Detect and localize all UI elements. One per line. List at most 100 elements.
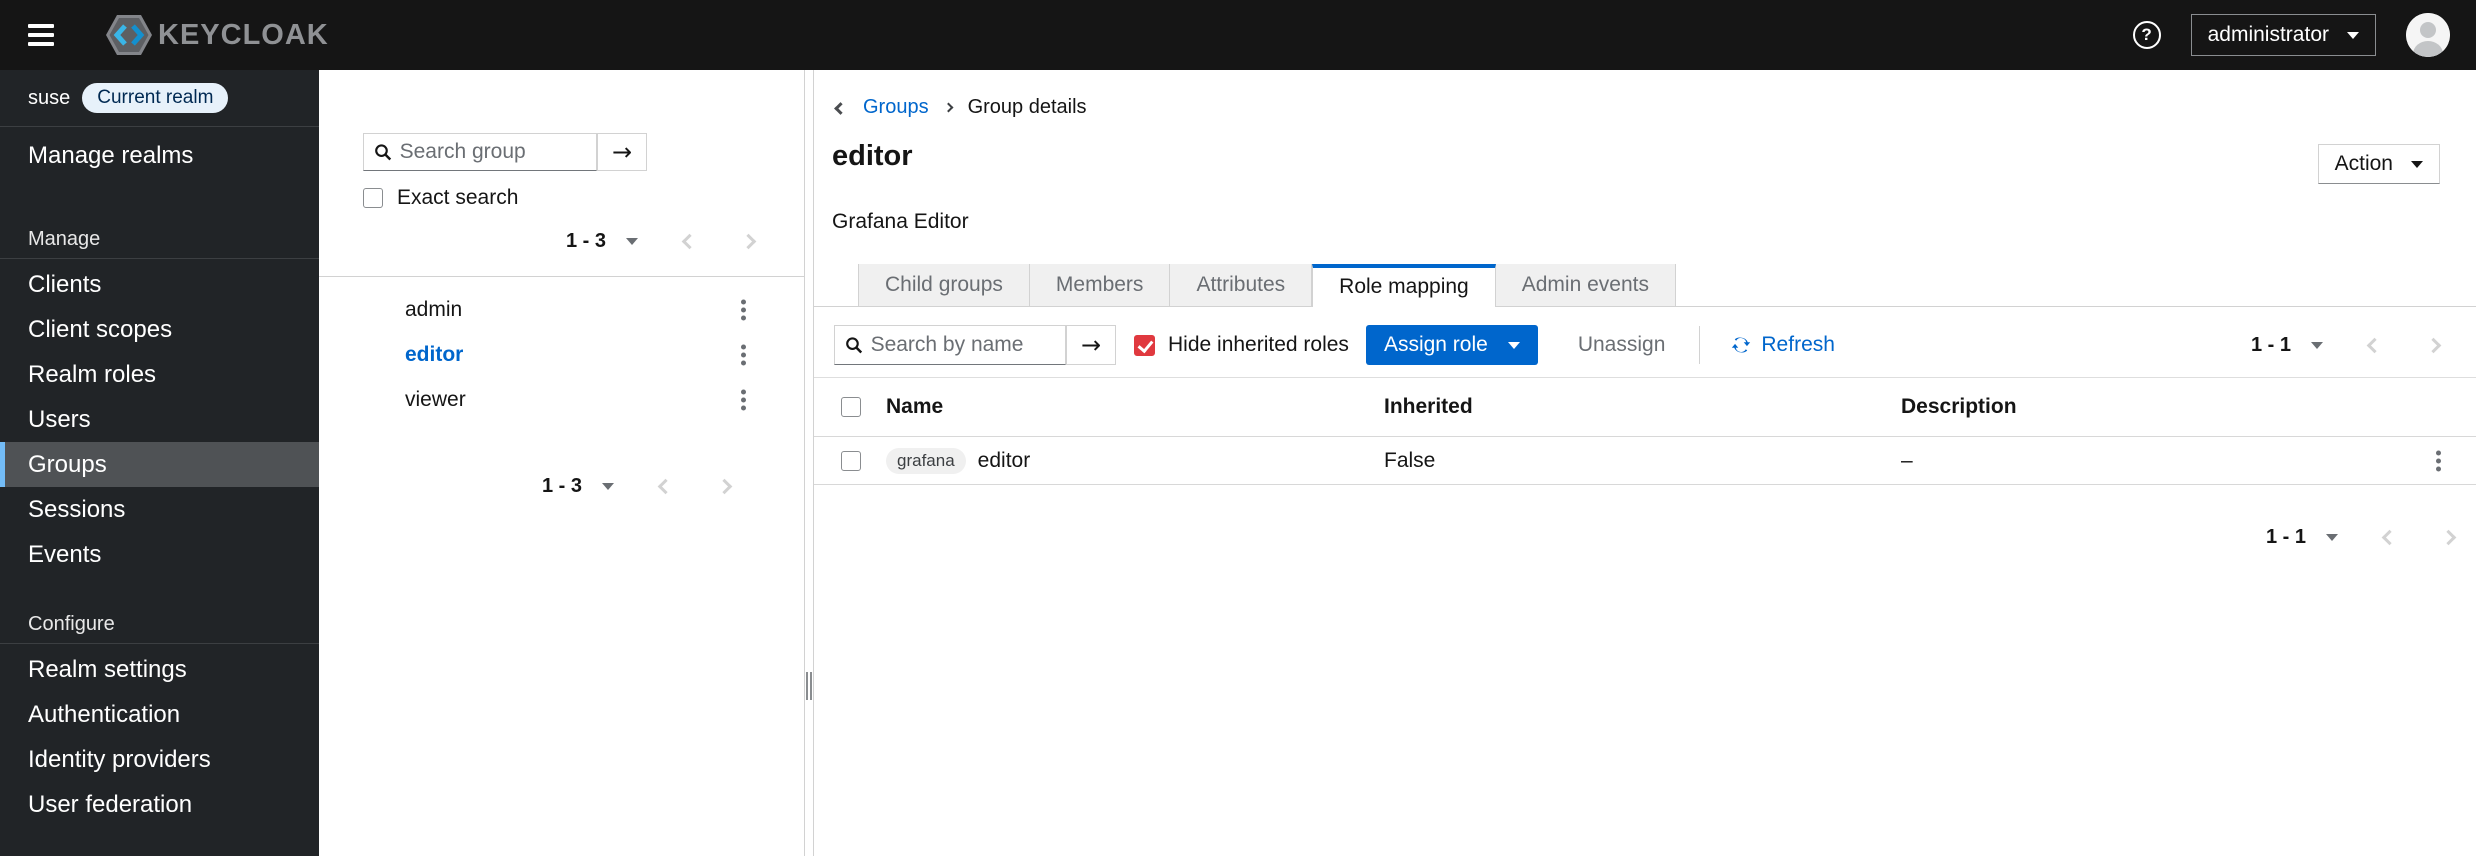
- column-header-name: Name: [886, 395, 944, 418]
- pagination-dropdown-icon[interactable]: [2326, 533, 2338, 541]
- column-header-inherited: Inherited: [1384, 395, 1473, 418]
- sidebar-item-authentication[interactable]: Authentication: [0, 692, 319, 737]
- breadcrumb-separator-icon: [943, 102, 954, 113]
- tab-role-mapping[interactable]: Role mapping: [1312, 264, 1496, 307]
- next-page-icon[interactable]: [2440, 529, 2457, 545]
- sidebar-item-client-scopes[interactable]: Client scopes: [0, 307, 319, 352]
- tab-attributes[interactable]: Attributes: [1170, 264, 1313, 306]
- group-list-item[interactable]: admin: [319, 287, 804, 332]
- sidebar-item-groups[interactable]: Groups: [0, 442, 319, 487]
- role-mapping-table: Name Inherited Description grafana edito…: [814, 377, 2476, 485]
- user-menu-label: administrator: [2207, 23, 2329, 46]
- chevron-down-icon: [2347, 31, 2359, 39]
- kebab-menu-icon[interactable]: [735, 338, 752, 371]
- kebab-menu-icon[interactable]: [735, 383, 752, 416]
- help-icon[interactable]: ?: [2132, 21, 2161, 49]
- sidebar-item-identity-providers[interactable]: Identity providers: [0, 737, 319, 782]
- select-all-checkbox[interactable]: [841, 397, 861, 417]
- next-page-icon[interactable]: [740, 233, 757, 249]
- avatar[interactable]: [2406, 13, 2450, 57]
- group-name-link[interactable]: admin: [405, 298, 462, 321]
- previous-page-icon[interactable]: [2381, 529, 2398, 545]
- realm-name: suse: [28, 86, 71, 109]
- hide-inherited-roles-label: Hide inherited roles: [1168, 333, 1349, 356]
- keycloak-admin-console: KEYCLOAK ? administrator suse Current re…: [0, 0, 2476, 856]
- assign-role-button[interactable]: Assign role: [1365, 325, 1538, 365]
- pagination-dropdown-icon[interactable]: [602, 482, 614, 490]
- sidebar-item-events[interactable]: Events: [0, 532, 319, 577]
- sidebar-item-realm-settings[interactable]: Realm settings: [0, 647, 319, 692]
- group-name-link[interactable]: viewer: [405, 388, 466, 411]
- group-search-control: →: [363, 133, 647, 171]
- kebab-menu-icon[interactable]: [2430, 444, 2447, 477]
- roles-pagination-bottom: 1 - 1: [2265, 517, 2457, 557]
- breadcrumb: Groups Group details: [834, 94, 1087, 121]
- pagination-range: 1 - 1: [2265, 525, 2306, 548]
- breadcrumb-groups-link[interactable]: Groups: [863, 96, 929, 119]
- row-select-checkbox[interactable]: [841, 450, 861, 471]
- breadcrumb-back-icon[interactable]: [834, 94, 847, 121]
- sidebar-item-sessions[interactable]: Sessions: [0, 487, 319, 532]
- group-list-item[interactable]: viewer: [319, 377, 804, 422]
- previous-page-icon[interactable]: [657, 478, 674, 494]
- tab-child-groups[interactable]: Child groups: [858, 264, 1030, 306]
- action-dropdown-button[interactable]: Action: [2317, 144, 2440, 184]
- role-search-input[interactable]: [870, 333, 1055, 357]
- chevron-down-icon: [1507, 341, 1520, 349]
- refresh-label: Refresh: [1761, 333, 1835, 356]
- group-details-content: Groups Group details editor Grafana Edit…: [813, 70, 2476, 856]
- current-realm-row[interactable]: suse Current realm: [0, 70, 319, 127]
- page-title: editor: [832, 140, 913, 172]
- tab-admin-events[interactable]: Admin events: [1495, 264, 1676, 306]
- previous-page-icon[interactable]: [2366, 337, 2383, 353]
- roles-pagination-top: 1 - 1: [2251, 334, 2457, 357]
- next-page-icon[interactable]: [2425, 337, 2442, 353]
- panel-resize-handle[interactable]: [806, 672, 812, 700]
- previous-page-icon[interactable]: [681, 233, 698, 249]
- unassign-button[interactable]: Unassign: [1566, 327, 1678, 363]
- pagination-range: 1 - 3: [541, 474, 582, 497]
- group-search-input[interactable]: [399, 140, 586, 164]
- arrow-right-icon: →: [1080, 331, 1102, 359]
- sidebar-item-manage-realms[interactable]: Manage realms: [0, 133, 319, 178]
- section-label-configure: Configure: [0, 605, 319, 644]
- group-name-link[interactable]: editor: [405, 343, 463, 366]
- pagination-range: 1 - 3: [565, 229, 606, 252]
- panel-divider: [319, 276, 804, 277]
- sidebar-item-users[interactable]: Users: [0, 397, 319, 442]
- user-menu-dropdown[interactable]: administrator: [2190, 14, 2376, 56]
- pagination-range: 1 - 1: [2250, 333, 2291, 356]
- hide-inherited-roles-checkbox[interactable]: [1134, 334, 1155, 356]
- refresh-icon: [1732, 337, 1751, 353]
- help-glyph: ?: [2141, 25, 2152, 44]
- search-icon: [375, 144, 392, 161]
- group-list: admin editor viewer: [319, 287, 804, 422]
- kebab-menu-icon[interactable]: [735, 293, 752, 326]
- exact-search-checkbox[interactable]: [363, 188, 383, 208]
- role-description-value: –: [1901, 448, 1913, 472]
- groups-pagination-bottom: 1 - 3: [319, 468, 804, 504]
- sidebar-item-clients[interactable]: Clients: [0, 262, 319, 307]
- role-search-submit-button[interactable]: →: [1066, 325, 1116, 365]
- chevron-down-icon: [2411, 160, 2423, 168]
- refresh-button[interactable]: Refresh: [1730, 333, 1835, 357]
- tab-members[interactable]: Members: [1029, 264, 1171, 306]
- group-detail-tabs: Child groups Members Attributes Role map…: [814, 264, 2476, 307]
- groups-tree-panel: → Exact search 1 - 3 admin editor: [319, 70, 805, 856]
- sidebar-section-manage: Manage Clients Client scopes Realm roles…: [0, 220, 319, 577]
- sidebar-item-user-federation[interactable]: User federation: [0, 782, 319, 827]
- pagination-dropdown-icon[interactable]: [2311, 341, 2323, 349]
- table-header-row: Name Inherited Description: [814, 377, 2476, 437]
- group-search-submit-button[interactable]: →: [597, 133, 647, 171]
- sidebar-item-realm-roles[interactable]: Realm roles: [0, 352, 319, 397]
- role-search-control: →: [834, 325, 1116, 365]
- nav-toggle-icon[interactable]: [28, 24, 54, 46]
- next-page-icon[interactable]: [716, 478, 733, 494]
- pagination-dropdown-icon[interactable]: [626, 237, 638, 245]
- user-avatar-icon: [2406, 13, 2450, 57]
- column-header-description: Description: [1901, 395, 2017, 418]
- breadcrumb-current: Group details: [967, 96, 1087, 118]
- client-badge: grafana: [886, 447, 966, 474]
- group-list-item[interactable]: editor: [319, 332, 804, 377]
- keycloak-logo: KEYCLOAK: [106, 14, 329, 56]
